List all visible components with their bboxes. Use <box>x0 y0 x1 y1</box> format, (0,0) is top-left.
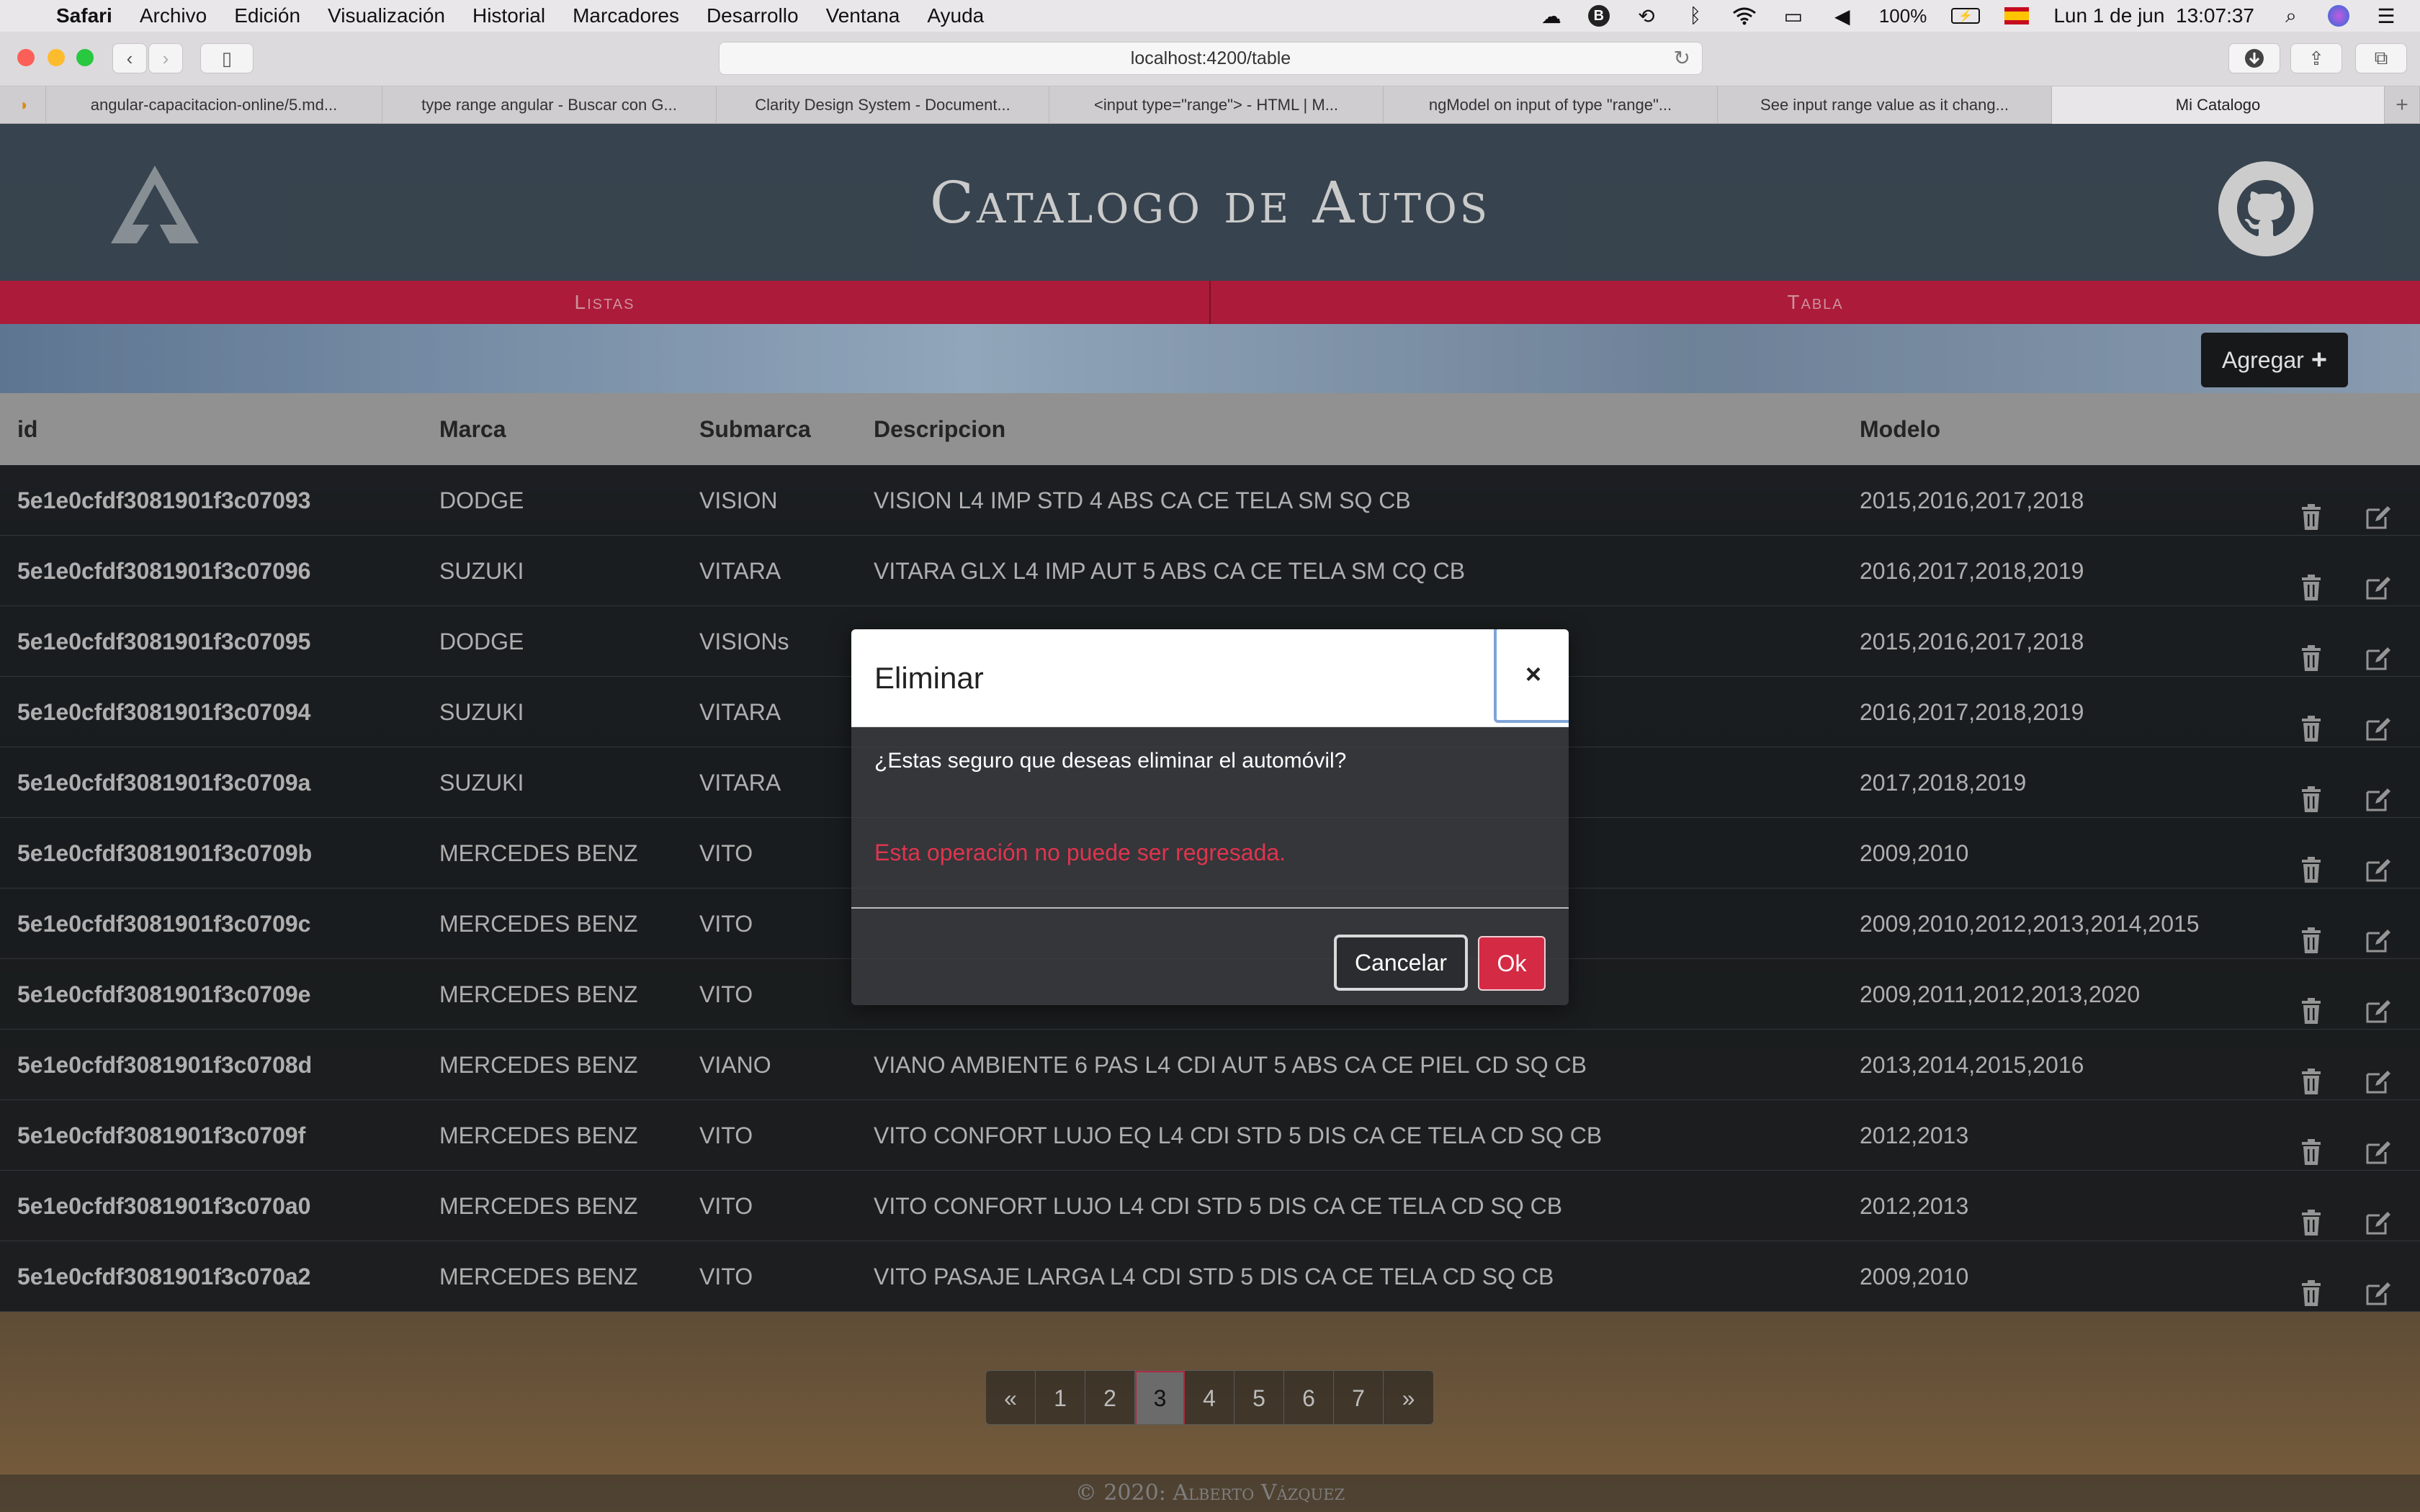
modal-question: ¿Estas seguro que deseas eliminar el aut… <box>874 749 1347 773</box>
pagination-prev-button[interactable]: « <box>986 1371 1036 1424</box>
spotlight-search-icon[interactable]: ⌕ <box>2279 4 2303 27</box>
tab-ngmodel-range[interactable]: ngModel on input of type "range"... <box>1384 86 1718 124</box>
airplay-icon[interactable]: ▭ <box>1781 5 1806 27</box>
volume-icon[interactable]: ◀ <box>1830 5 1855 27</box>
modal-footer: Cancelar Ok <box>851 909 1569 1005</box>
ok-button[interactable]: Ok <box>1478 936 1546 991</box>
modal-body: ¿Estas seguro que deseas eliminar el aut… <box>851 727 1569 909</box>
tab-type-range-angular[interactable]: type range angular - Buscar con G... <box>382 86 717 124</box>
pagination-page-button[interactable]: 6 <box>1284 1371 1334 1424</box>
sidebar-toggle-button[interactable]: ▯ <box>200 43 254 73</box>
modal-header: Eliminar × <box>851 629 1569 727</box>
pagination-page-button[interactable]: 3 <box>1135 1371 1185 1424</box>
menu-ventana[interactable]: Ventana <box>826 4 900 27</box>
address-bar[interactable]: localhost:4200/table ↻ <box>719 42 1703 75</box>
pagination-page-button[interactable]: 7 <box>1334 1371 1384 1424</box>
spain-flag-icon[interactable] <box>2004 7 2030 24</box>
tabs-overview-button[interactable]: ⧉ <box>2355 43 2407 73</box>
tab-see-input-range[interactable]: See input range value as it chang... <box>1718 86 2052 124</box>
back-button[interactable]: ‹ <box>112 43 147 73</box>
menu-visualizacion[interactable]: Visualización <box>328 4 445 27</box>
tab-clarity-design[interactable]: Clarity Design System - Document... <box>717 86 1049 124</box>
menu-edicion[interactable]: Edición <box>234 4 300 27</box>
address-bar-url: localhost:4200/table <box>1130 48 1291 68</box>
modal-title: Eliminar <box>874 661 984 695</box>
creative-cloud-icon[interactable]: ☁ <box>1539 5 1564 27</box>
close-window-button[interactable] <box>17 49 35 66</box>
b-status-icon[interactable]: B <box>1587 5 1610 27</box>
share-button[interactable]: ⇪ <box>2290 43 2342 73</box>
menu-app-name[interactable]: Safari <box>56 4 112 27</box>
new-tab-button[interactable]: + <box>2385 86 2420 124</box>
siri-icon[interactable] <box>2328 5 2349 27</box>
menu-ayuda[interactable]: Ayuda <box>927 4 984 27</box>
mac-menubar: Safari Archivo Edición Visualización His… <box>0 0 2420 32</box>
menu-historial[interactable]: Historial <box>472 4 545 27</box>
delete-confirm-modal: Eliminar × ¿Estas seguro que deseas elim… <box>851 629 1569 1005</box>
menu-archivo[interactable]: Archivo <box>140 4 207 27</box>
forward-button[interactable]: › <box>148 43 183 73</box>
pagination-page-button[interactable]: 2 <box>1085 1371 1135 1424</box>
zoom-window-button[interactable] <box>76 49 94 66</box>
wifi-icon[interactable] <box>1732 6 1757 26</box>
pagination-page-button[interactable]: 1 <box>1036 1371 1085 1424</box>
downloads-button[interactable] <box>2228 43 2280 73</box>
menu-desarrollo[interactable]: Desarrollo <box>707 4 799 27</box>
battery-percent: 100% <box>1878 4 1927 27</box>
menu-marcadores[interactable]: Marcadores <box>573 4 679 27</box>
cancel-button[interactable]: Cancelar <box>1334 935 1468 991</box>
footer-credits: © 2020: Alberto Vázquez <box>0 1475 2420 1512</box>
pagination: «1 2 3 4 5 6 7» <box>985 1370 1434 1425</box>
tab-bar: ◑ angular-capacitacion-online/5.md... ty… <box>0 86 2420 124</box>
tab-mi-catalogo[interactable]: Mi Catalogo <box>2052 86 2385 124</box>
time-machine-icon[interactable]: ⟲ <box>1634 5 1659 27</box>
pagination-page-button[interactable]: 5 <box>1234 1371 1284 1424</box>
battery-icon[interactable]: ⚡ <box>1951 8 1981 24</box>
menubar-datetime[interactable]: Lun 1 de jun 13:07:37 <box>2053 4 2254 27</box>
modal-warning: Esta operación no puede ser regresada. <box>874 840 1286 865</box>
tab-input-range-mdn[interactable]: <input type="range"> - HTML | M... <box>1049 86 1384 124</box>
minimize-window-button[interactable] <box>48 49 65 66</box>
pagination-page-button[interactable]: 4 <box>1185 1371 1234 1424</box>
close-icon: × <box>1525 659 1542 690</box>
bluetooth-icon[interactable]: ᛒ <box>1683 4 1708 27</box>
pagination-next-button[interactable]: » <box>1384 1371 1433 1424</box>
browser-toolbar: ‹ › ▯ localhost:4200/table ↻ ⇪ ⧉ <box>0 32 2420 86</box>
modal-close-button[interactable]: × <box>1494 629 1569 723</box>
tab-angular-capacitacion[interactable]: angular-capacitacion-online/5.md... <box>46 86 382 124</box>
tab-favicon-pinned[interactable]: ◑ <box>0 86 46 124</box>
notification-center-icon[interactable]: ☰ <box>2374 5 2398 27</box>
reload-icon[interactable]: ↻ <box>1674 42 1690 74</box>
